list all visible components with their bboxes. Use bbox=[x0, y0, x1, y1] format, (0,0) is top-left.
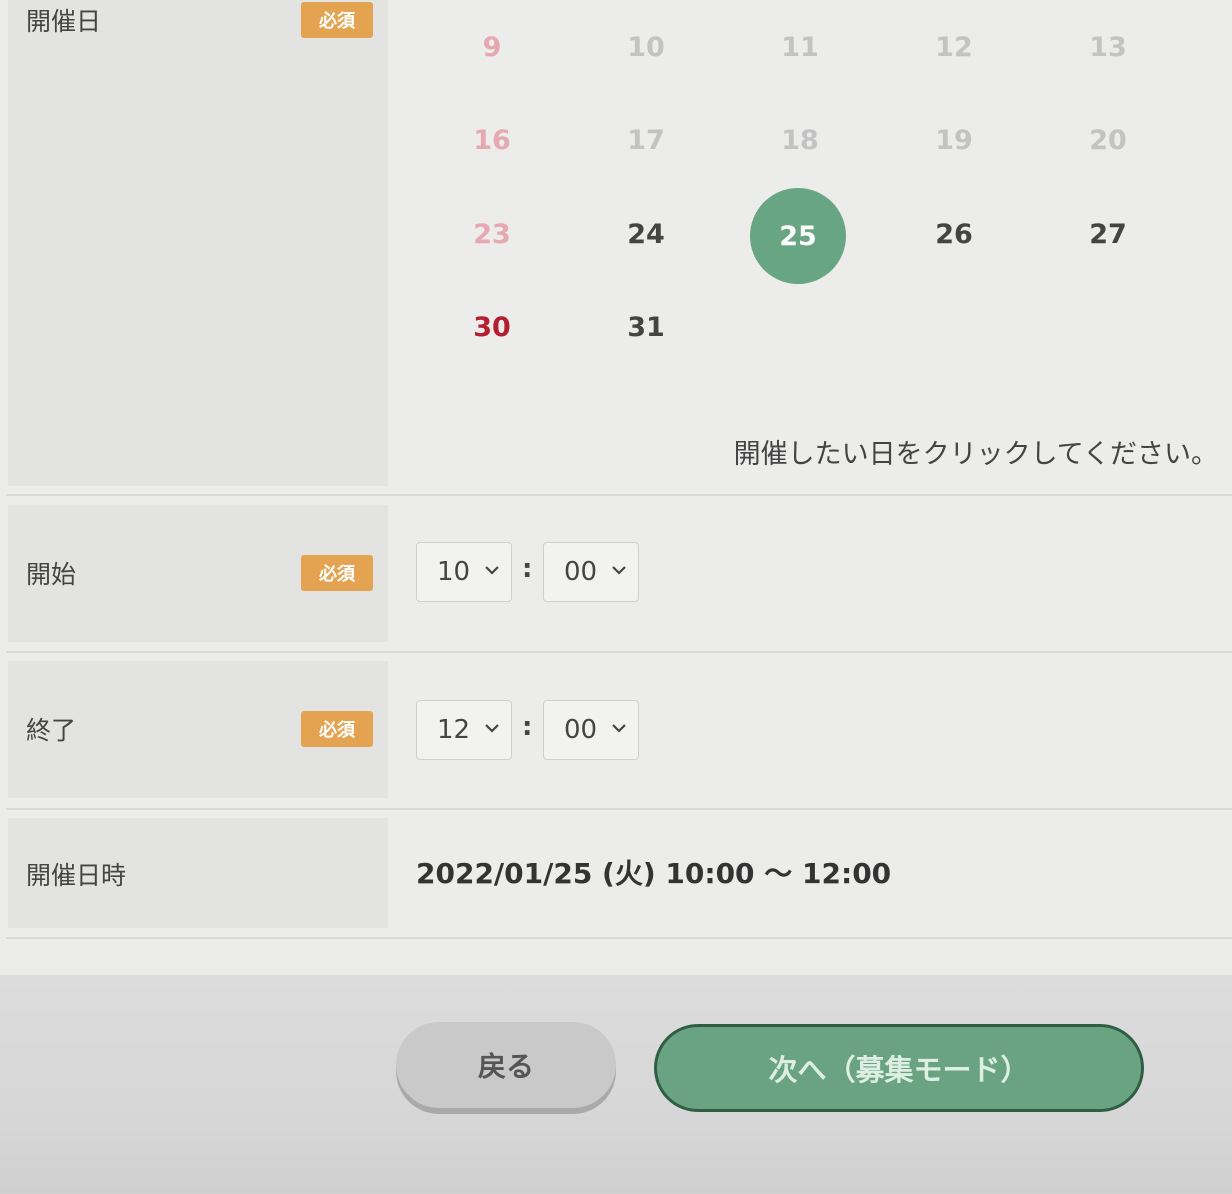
calendar-day: 20 bbox=[1089, 124, 1127, 156]
calendar-day[interactable]: 26 bbox=[906, 186, 1002, 282]
start-hour-select[interactable]: 10 bbox=[416, 542, 512, 602]
required-badge: 必須 bbox=[301, 2, 373, 38]
time-separator: : bbox=[522, 554, 533, 584]
start-minute-select[interactable]: 00 bbox=[543, 542, 639, 602]
calendar-day: 13 bbox=[1089, 31, 1127, 63]
calendar-day: 9 bbox=[482, 31, 502, 63]
required-badge: 必須 bbox=[301, 555, 373, 591]
end-label-cell: 終了 必須 bbox=[8, 661, 388, 798]
calendar-day: 18 bbox=[781, 124, 819, 156]
calendar-day[interactable]: 31 bbox=[598, 279, 694, 375]
start-label-cell: 開始 必須 bbox=[8, 505, 388, 642]
end-hour-select[interactable]: 12 bbox=[416, 700, 512, 760]
end-minute-select[interactable]: 00 bbox=[543, 700, 639, 760]
back-button[interactable]: 戻る bbox=[396, 1022, 616, 1108]
divider bbox=[6, 494, 1232, 496]
time-separator: : bbox=[522, 712, 533, 742]
chevron-down-icon bbox=[612, 724, 626, 733]
divider bbox=[6, 651, 1232, 653]
next-recruit-mode-button[interactable]: 次へ（募集モード） bbox=[654, 1024, 1144, 1112]
end-hour-value: 12 bbox=[437, 715, 471, 745]
chevron-down-icon bbox=[612, 566, 626, 575]
event-datetime-value: 2022/01/25 (火) 10:00 ～ 12:00 bbox=[416, 857, 892, 890]
divider bbox=[6, 808, 1232, 810]
calendar-day: 11 bbox=[781, 31, 819, 63]
chevron-down-icon bbox=[485, 566, 499, 575]
date-label: 開催日 bbox=[26, 7, 102, 36]
required-badge: 必須 bbox=[301, 711, 373, 747]
calendar-day: 12 bbox=[935, 31, 973, 63]
start-minute-value: 00 bbox=[564, 557, 598, 587]
calendar-day: 17 bbox=[627, 124, 665, 156]
start-label: 開始 bbox=[26, 560, 77, 589]
date-label-cell: 開催日 必須 bbox=[8, 0, 388, 486]
divider bbox=[6, 937, 1232, 939]
calendar-day-selected[interactable]: 25 bbox=[750, 188, 846, 284]
datetime-label: 開催日時 bbox=[26, 861, 127, 890]
calendar-day: 19 bbox=[935, 124, 973, 156]
calendar-day: 10 bbox=[627, 31, 665, 63]
chevron-down-icon bbox=[485, 724, 499, 733]
start-hour-value: 10 bbox=[437, 557, 471, 587]
datetime-label-cell: 開催日時 bbox=[8, 818, 388, 928]
calendar-day: 23 bbox=[473, 218, 511, 250]
end-label: 終了 bbox=[26, 716, 77, 745]
calendar-day[interactable]: 30 bbox=[444, 279, 540, 375]
calendar-day: 16 bbox=[473, 124, 511, 156]
calendar-day[interactable]: 24 bbox=[598, 186, 694, 282]
calendar-hint: 開催したい日をクリックしてください。 bbox=[733, 439, 1218, 470]
end-minute-value: 00 bbox=[564, 715, 598, 745]
calendar-day[interactable]: 27 bbox=[1060, 186, 1156, 282]
